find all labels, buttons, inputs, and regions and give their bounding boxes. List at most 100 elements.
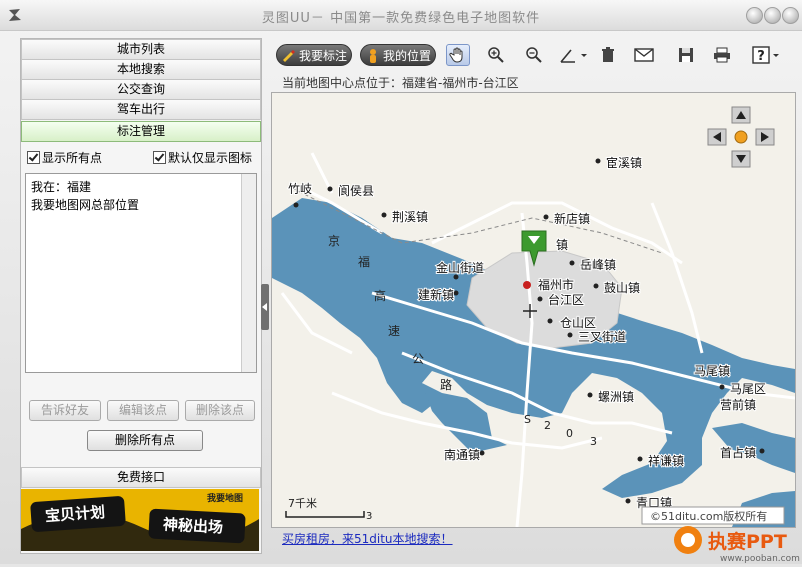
marker-pen-icon xyxy=(283,50,295,62)
map-place-label: 台江区 xyxy=(548,292,584,307)
banner-right-text: 神秘出场 xyxy=(162,515,224,537)
map-place-label: 鼓山镇 xyxy=(604,281,640,295)
edit-point-button[interactable]: 编辑该点 xyxy=(107,400,179,421)
scale-end-label: 3 xyxy=(366,511,372,522)
place-dot xyxy=(587,392,593,398)
place-dot xyxy=(625,498,631,504)
promo-banner[interactable]: 宝贝计划 神秘出场 我要地图 xyxy=(21,489,259,551)
pan-tool-button[interactable] xyxy=(446,44,470,66)
map-place-label: 荆溪镇 xyxy=(392,210,428,224)
place-dot xyxy=(567,332,573,338)
map-place-label: 竹岐 xyxy=(288,182,312,196)
watermark-logo-art: 执赛PPT www.pooban.com xyxy=(674,526,800,564)
hand-icon xyxy=(449,47,463,63)
road-name-char: 福 xyxy=(358,254,370,269)
menu-driving[interactable]: 驾车出行 xyxy=(21,99,261,120)
banner-badge: 我要地图 xyxy=(207,494,244,504)
zoom-out-icon xyxy=(526,47,542,63)
default-icon-only-checkbox[interactable] xyxy=(153,151,166,164)
show-all-points-row[interactable]: 显示所有点 xyxy=(27,149,102,166)
road-name-char: 高 xyxy=(374,288,386,303)
ruler-angle-icon xyxy=(560,49,587,63)
place-dot xyxy=(637,456,643,462)
show-all-points-label: 显示所有点 xyxy=(42,151,103,165)
my-location-label: 我的位置 xyxy=(383,49,432,63)
road-name-char: 路 xyxy=(440,377,452,392)
svg-text:www.pooban.com: www.pooban.com xyxy=(720,554,800,564)
place-dot xyxy=(543,214,549,220)
place-dot xyxy=(595,158,601,164)
road-name-char: 公 xyxy=(412,352,424,366)
road-name-char: 速 xyxy=(388,324,400,338)
map-place-label: 新店镇 xyxy=(554,211,590,226)
title-bar[interactable]: 灵图UU－ 中国第一款免费绿色电子地图软件 xyxy=(0,0,802,31)
place-dot xyxy=(719,384,725,390)
menu-local-search[interactable]: 本地搜索 xyxy=(21,59,261,80)
delete-all-button[interactable]: 删除所有点 xyxy=(87,430,203,451)
maximize-button[interactable] xyxy=(764,7,781,24)
map-view[interactable]: 宦溪镇 阆侯县 荆溪镇 新店镇镇岳峰镇 金山街道 福州市 台江区 鼓山镇 建新镇 仓山区 三叉街道马… xyxy=(271,92,796,528)
add-marker-button[interactable]: 我要标注 xyxy=(276,44,352,66)
map-place-label: 马尾镇 xyxy=(694,364,730,378)
local-search-promo-link[interactable]: 买房租房，来51ditu本地搜索！ xyxy=(282,530,453,547)
scale-label: 7千米 xyxy=(288,497,317,510)
printer-icon xyxy=(714,47,730,63)
map-place-label: 岳峰镇 xyxy=(580,258,616,272)
road-code-char: 2 xyxy=(544,419,551,432)
tell-friend-button[interactable]: 告诉好友 xyxy=(29,400,101,421)
floppy-disk-icon xyxy=(679,48,693,62)
panel-collapse-handle[interactable] xyxy=(261,284,269,330)
default-icon-only-row[interactable]: 默认仅显示图标 xyxy=(153,149,252,166)
map-place-label: 马尾区 xyxy=(730,382,766,396)
window-title: 灵图UU－ 中国第一款免费绿色电子地图软件 xyxy=(261,11,541,26)
email-tool-button[interactable] xyxy=(632,44,656,66)
zoom-in-tool-button[interactable] xyxy=(484,44,508,66)
close-button[interactable] xyxy=(782,7,799,24)
zoom-in-icon xyxy=(488,47,504,63)
zoom-out-tool-button[interactable] xyxy=(522,44,546,66)
delete-point-button[interactable]: 删除该点 xyxy=(185,400,255,421)
menu-bus-query[interactable]: 公交查询 xyxy=(21,79,261,100)
banner-left-text: 宝贝计划 xyxy=(44,502,106,526)
help-tool-button[interactable]: ? xyxy=(750,44,784,66)
measure-tool-button[interactable] xyxy=(558,44,592,66)
show-all-points-checkbox[interactable] xyxy=(27,151,40,164)
place-dot xyxy=(479,450,485,456)
place-dot xyxy=(293,202,299,208)
trash-icon xyxy=(602,47,614,62)
map-toolbar: 我要标注 我的位置 ? xyxy=(272,42,792,70)
svg-text:执赛PPT: 执赛PPT xyxy=(708,530,787,553)
envelope-icon xyxy=(634,48,654,62)
road-code-char: S xyxy=(524,413,531,426)
place-dot xyxy=(593,283,599,289)
default-icon-only-label: 默认仅显示图标 xyxy=(168,151,253,165)
menu-marker-management[interactable]: 标注管理 xyxy=(21,121,261,142)
my-location-button[interactable]: 我的位置 xyxy=(360,44,436,66)
menu-city-list[interactable]: 城市列表 xyxy=(21,39,261,60)
list-scrollbar[interactable] xyxy=(241,174,256,372)
map-place-label: 金山街道 xyxy=(436,260,484,275)
place-dot xyxy=(547,318,553,324)
map-place-label: 仓山区 xyxy=(560,316,596,330)
map-place-label: 首占镇 xyxy=(720,445,756,460)
pan-center-button[interactable] xyxy=(734,130,748,144)
map-place-label: 福州市 xyxy=(538,277,574,292)
map-place-label: 螺洲镇 xyxy=(598,390,634,404)
watermark-logo: 执赛PPT www.pooban.com xyxy=(668,520,802,564)
print-tool-button[interactable] xyxy=(710,44,734,66)
place-dot xyxy=(453,290,459,296)
map-place-label: 建新镇 xyxy=(418,287,454,302)
minimize-button[interactable] xyxy=(746,7,763,24)
list-item[interactable]: 我在：福建 xyxy=(31,178,91,195)
map-canvas[interactable]: 宦溪镇阆侯县荆溪镇 新店镇镇岳峰镇 金山街道福州市台江区 鼓山镇 建新镇仓山区三叉街道马… xyxy=(272,93,795,527)
map-place-label: 镇 xyxy=(556,238,568,252)
list-item[interactable]: 我要地图网总部位置 xyxy=(31,196,139,213)
delete-tool-button[interactable] xyxy=(596,44,620,66)
road-name-char: 京 xyxy=(328,234,340,248)
place-dot xyxy=(759,448,765,454)
help-icon: ? xyxy=(752,46,779,64)
city-center-dot xyxy=(523,281,531,289)
marker-list[interactable]: 我在：福建 我要地图网总部位置 xyxy=(25,173,257,373)
menu-free-api[interactable]: 免费接口 xyxy=(21,467,261,488)
save-tool-button[interactable] xyxy=(674,44,698,66)
